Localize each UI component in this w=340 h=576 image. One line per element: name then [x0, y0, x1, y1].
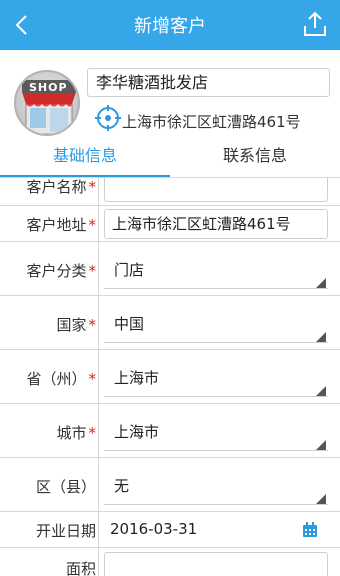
row-customer-category[interactable]: 客户分类 * 门店	[0, 242, 340, 296]
city-select[interactable]: 上海市	[114, 421, 159, 442]
row-customer-name: 客户名称 *	[0, 178, 340, 206]
page-title: 新增客户	[134, 16, 206, 37]
column-divider	[98, 458, 99, 511]
column-divider	[98, 548, 99, 576]
required-mark: *	[88, 178, 97, 196]
select-underline	[104, 288, 328, 289]
customer-name-field[interactable]	[104, 178, 328, 202]
select-underline	[104, 342, 328, 343]
select-underline	[104, 450, 328, 451]
area-field[interactable]	[104, 552, 328, 576]
required-mark: *	[88, 216, 97, 234]
required-mark: *	[88, 370, 97, 388]
column-divider	[98, 296, 99, 349]
basic-info-form: 客户名称 * 客户地址 * 上海市徐汇区虹漕路461号 客户分类 * 门店 国家 * 中…	[0, 178, 340, 576]
row-country[interactable]: 国家 * 中国	[0, 296, 340, 350]
column-divider	[98, 242, 99, 295]
required-mark: *	[88, 262, 97, 280]
share-upload-icon[interactable]	[302, 10, 328, 38]
locate-target-icon[interactable]	[95, 105, 121, 131]
customer-category-select[interactable]: 门店	[114, 259, 144, 280]
tab-bar: 基础信息 联系信息	[0, 142, 340, 178]
customer-name-label: 客户名称 *	[26, 178, 97, 196]
calendar-icon[interactable]	[302, 522, 318, 538]
column-divider	[98, 350, 99, 403]
row-customer-address: 客户地址 * 上海市徐汇区虹漕路461号	[0, 206, 340, 242]
location-address: 上海市徐汇区虹漕路461号	[122, 113, 301, 131]
row-province[interactable]: 省（州） * 上海市	[0, 350, 340, 404]
area-label: 面积	[65, 560, 96, 576]
country-select[interactable]: 中国	[114, 313, 144, 334]
province-label: 省（州） *	[26, 370, 97, 388]
row-district[interactable]: 区（县） 无	[0, 458, 340, 512]
customer-profile: SHOP 李华糖酒批发店 上海市徐汇区虹漕路461号	[0, 50, 340, 142]
chevron-left-icon[interactable]	[8, 10, 38, 40]
country-label: 国家 *	[56, 316, 97, 334]
required-mark: *	[88, 424, 97, 442]
tab-contact-info[interactable]: 联系信息	[170, 142, 340, 176]
column-divider	[98, 178, 99, 205]
customer-address-label: 客户地址 *	[26, 216, 97, 234]
column-divider	[98, 404, 99, 457]
customer-address-field[interactable]: 上海市徐汇区虹漕路461号	[104, 209, 328, 239]
row-open-date[interactable]: 开业日期 2016-03-31	[0, 512, 340, 548]
column-divider	[98, 512, 99, 547]
province-select[interactable]: 上海市	[114, 367, 159, 388]
row-area: 面积	[0, 548, 340, 576]
district-select[interactable]: 无	[114, 475, 129, 496]
dropdown-arrow-icon[interactable]	[316, 278, 326, 288]
customer-name-input[interactable]: 李华糖酒批发店	[87, 68, 330, 97]
open-date-value[interactable]: 2016-03-31	[110, 520, 197, 538]
required-mark: *	[88, 316, 97, 334]
open-date-label: 开业日期	[35, 522, 96, 540]
select-underline	[104, 396, 328, 397]
column-divider	[98, 206, 99, 241]
dropdown-arrow-icon[interactable]	[316, 332, 326, 342]
dropdown-arrow-icon[interactable]	[316, 386, 326, 396]
city-label: 城市 *	[56, 424, 97, 442]
row-city[interactable]: 城市 * 上海市	[0, 404, 340, 458]
select-underline	[104, 504, 328, 505]
customer-category-label: 客户分类 *	[26, 262, 97, 280]
shop-storefront-icon[interactable]: SHOP	[14, 70, 80, 136]
shop-sign-text: SHOP	[29, 81, 68, 94]
district-label: 区（县）	[35, 478, 96, 496]
dropdown-arrow-icon[interactable]	[316, 494, 326, 504]
header-bar: 新增客户	[0, 0, 340, 50]
dropdown-arrow-icon[interactable]	[316, 440, 326, 450]
tab-basic-info[interactable]: 基础信息	[0, 142, 170, 176]
